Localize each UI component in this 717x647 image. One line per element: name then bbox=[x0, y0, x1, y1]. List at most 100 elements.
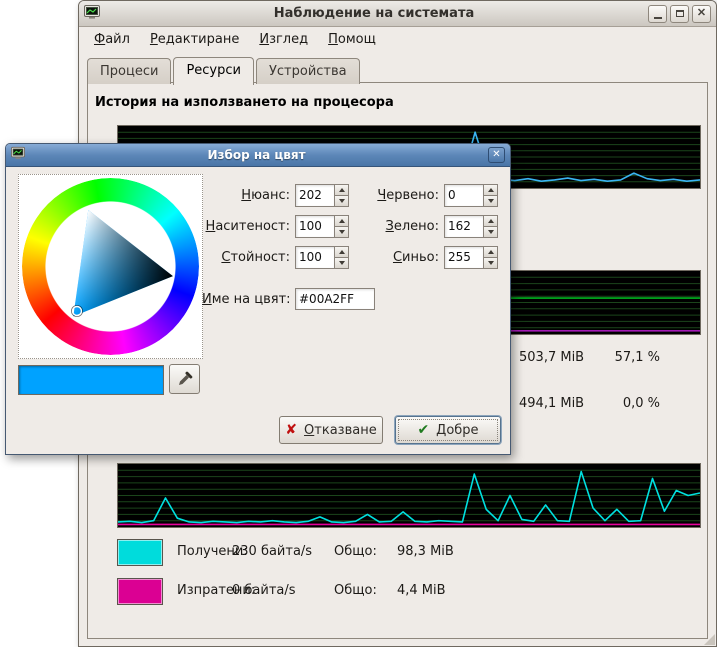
color-name-input[interactable] bbox=[295, 288, 375, 310]
main-window-title: Наблюдение на системата bbox=[103, 6, 645, 21]
cancel-button-label: Отказване bbox=[304, 423, 377, 438]
arrow-down-icon bbox=[339, 230, 345, 234]
value-input[interactable] bbox=[295, 246, 334, 269]
blue-label: Синьо: bbox=[349, 250, 439, 265]
hue-decrement-button[interactable] bbox=[334, 196, 349, 207]
arrow-down-icon bbox=[339, 261, 345, 265]
blue-input[interactable] bbox=[444, 246, 483, 269]
dialog-titlebar[interactable]: Избор на цвят ✕ bbox=[6, 144, 510, 167]
red-label: Червено: bbox=[349, 188, 439, 203]
swap-percent-value: 0,0 % bbox=[604, 396, 660, 411]
saturation-decrement-button[interactable] bbox=[334, 227, 349, 238]
color-wheel[interactable] bbox=[18, 174, 203, 359]
tab-processes[interactable]: Процеси bbox=[87, 58, 171, 84]
desktop: Наблюдение на системата ✕ Файл Редактира… bbox=[0, 0, 717, 647]
saturation-input[interactable] bbox=[295, 215, 334, 238]
cancel-button[interactable]: ✘ Отказване bbox=[279, 416, 383, 444]
sent-rate: 0 байта/s bbox=[232, 583, 296, 598]
value-label: Стойност: bbox=[202, 250, 290, 265]
sent-total: 4,4 MiB bbox=[397, 583, 446, 598]
tab-devices[interactable]: Устройства bbox=[256, 58, 360, 84]
received-rate: 230 байта/s bbox=[232, 544, 312, 559]
sent-total-label: Общо: bbox=[334, 583, 377, 598]
swap-total-value: 494,1 MiB bbox=[519, 396, 584, 411]
arrow-down-icon bbox=[339, 199, 345, 203]
arrow-up-icon bbox=[339, 219, 345, 223]
green-spinner bbox=[444, 215, 498, 238]
received-total: 98,3 MiB bbox=[397, 544, 454, 559]
value-decrement-button[interactable] bbox=[334, 258, 349, 269]
color-preview bbox=[18, 365, 164, 395]
color-name-row: Име на цвят: bbox=[202, 287, 375, 311]
green-decrement-button[interactable] bbox=[483, 227, 498, 238]
network-history-chart bbox=[117, 463, 701, 528]
hue-label: Нюанс: bbox=[202, 188, 290, 203]
tab-resources[interactable]: Ресурси bbox=[173, 57, 254, 85]
memory-percent-value: 57,1 % bbox=[604, 350, 660, 365]
network-received-row: Получени: 230 байта/s Общо: 98,3 MiB bbox=[117, 539, 677, 566]
red-increment-button[interactable] bbox=[483, 184, 498, 196]
dialog-close-button[interactable]: ✕ bbox=[488, 147, 505, 163]
close-icon: ✕ bbox=[697, 8, 706, 19]
hue-spinner bbox=[295, 184, 349, 207]
ok-check-icon: ✔ bbox=[417, 423, 429, 437]
green-label: Зелено: bbox=[349, 219, 439, 234]
color-name-label: Име на цвят: bbox=[202, 292, 290, 307]
ok-button[interactable]: ✔ Добре bbox=[395, 416, 501, 444]
menubar: Файл Редактиране Изглед Помощ bbox=[79, 27, 716, 51]
received-total-label: Общо: bbox=[334, 544, 377, 559]
arrow-down-icon bbox=[488, 199, 494, 203]
minimize-button[interactable] bbox=[648, 5, 667, 23]
sent-color-swatch[interactable] bbox=[117, 578, 163, 605]
hue-input[interactable] bbox=[295, 184, 334, 207]
hsv-rgb-row-1: Нюанс: Червено: bbox=[202, 183, 498, 207]
dialog-title: Избор на цвят bbox=[28, 148, 485, 162]
saturation-value-triangle[interactable] bbox=[19, 175, 202, 358]
menu-help[interactable]: Помощ bbox=[318, 29, 386, 50]
saturation-label: Наситеност: bbox=[202, 219, 290, 234]
blue-spinner bbox=[444, 246, 498, 269]
blue-increment-button[interactable] bbox=[483, 246, 498, 258]
tab-bar: Процеси Ресурси Устройства bbox=[87, 57, 362, 84]
eyedropper-button[interactable] bbox=[169, 364, 200, 394]
hsv-rgb-row-2: Наситеност: Зелено: bbox=[202, 214, 498, 238]
green-increment-button[interactable] bbox=[483, 215, 498, 227]
network-sent-row: Изпратени: 0 байта/s Общо: 4,4 MiB bbox=[117, 578, 677, 605]
red-input[interactable] bbox=[444, 184, 483, 207]
ok-button-label: Добре bbox=[436, 423, 478, 438]
arrow-up-icon bbox=[488, 250, 494, 254]
menu-edit[interactable]: Редактиране bbox=[140, 29, 249, 50]
maximize-button[interactable] bbox=[670, 5, 689, 23]
value-increment-button[interactable] bbox=[334, 246, 349, 258]
red-decrement-button[interactable] bbox=[483, 196, 498, 207]
close-icon: ✕ bbox=[492, 150, 500, 160]
saturation-spinner bbox=[295, 215, 349, 238]
saturation-increment-button[interactable] bbox=[334, 215, 349, 227]
close-button[interactable]: ✕ bbox=[692, 5, 711, 23]
hue-increment-button[interactable] bbox=[334, 184, 349, 196]
arrow-down-icon bbox=[488, 261, 494, 265]
main-window-titlebar[interactable]: Наблюдение на системата ✕ bbox=[79, 1, 716, 27]
resize-grip[interactable] bbox=[704, 634, 715, 645]
arrow-up-icon bbox=[339, 250, 345, 254]
red-spinner bbox=[444, 184, 498, 207]
color-picker-dialog: Избор на цвят ✕ bbox=[5, 143, 511, 455]
memory-total-value: 503,7 MiB bbox=[519, 350, 584, 365]
cancel-x-icon: ✘ bbox=[285, 423, 297, 437]
hsv-rgb-row-3: Стойност: Синьо: bbox=[202, 245, 498, 269]
cpu-history-title: История на използването на процесора bbox=[95, 95, 394, 110]
value-spinner bbox=[295, 246, 349, 269]
arrow-up-icon bbox=[488, 188, 494, 192]
dialog-body: Нюанс: Червено: bbox=[6, 166, 510, 454]
blue-decrement-button[interactable] bbox=[483, 258, 498, 269]
arrow-up-icon bbox=[488, 219, 494, 223]
eyedropper-icon bbox=[177, 371, 193, 387]
maximize-icon bbox=[676, 10, 684, 17]
menu-view[interactable]: Изглед bbox=[249, 29, 318, 50]
arrow-down-icon bbox=[488, 230, 494, 234]
received-color-swatch[interactable] bbox=[117, 539, 163, 566]
minimize-icon bbox=[654, 17, 662, 19]
arrow-up-icon bbox=[339, 188, 345, 192]
green-input[interactable] bbox=[444, 215, 483, 238]
menu-file[interactable]: Файл bbox=[84, 29, 140, 50]
